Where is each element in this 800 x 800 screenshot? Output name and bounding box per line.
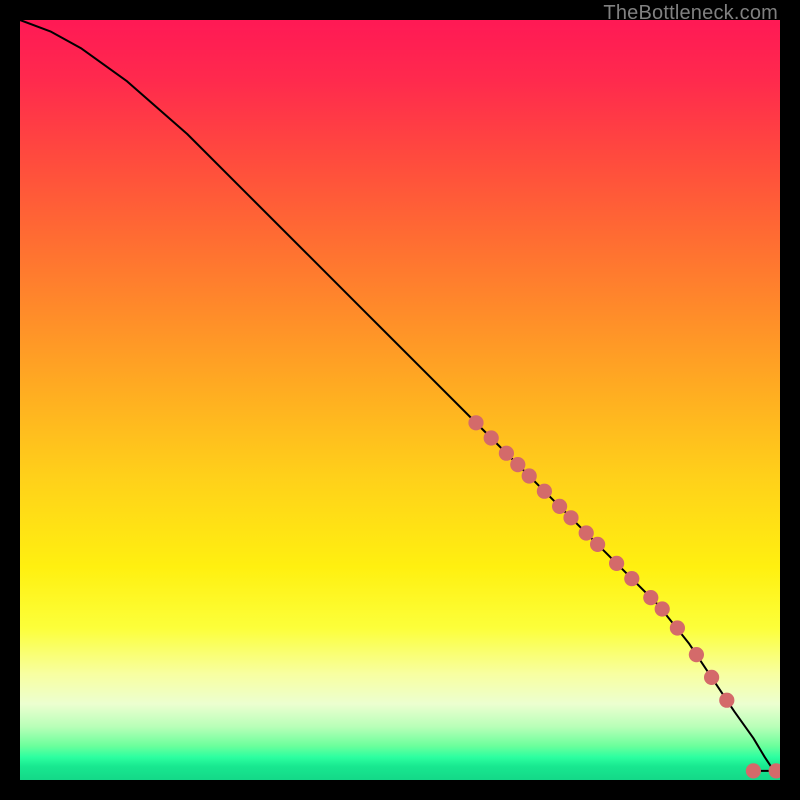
data-point: [579, 525, 594, 540]
data-point: [643, 590, 658, 605]
marker-group: [468, 415, 780, 778]
data-point: [590, 537, 605, 552]
data-point: [484, 430, 499, 445]
data-point: [655, 601, 670, 616]
watermark-text: TheBottleneck.com: [603, 2, 778, 25]
data-point: [609, 556, 624, 571]
data-point: [537, 484, 552, 499]
data-point: [468, 415, 483, 430]
data-point: [689, 647, 704, 662]
data-point: [552, 499, 567, 514]
chart-frame: TheBottleneck.com: [0, 0, 800, 800]
data-point: [563, 510, 578, 525]
data-point: [670, 620, 685, 635]
data-point: [704, 670, 719, 685]
data-point: [499, 446, 514, 461]
main-curve: [20, 20, 780, 775]
data-point: [510, 457, 525, 472]
plot-area: [20, 20, 780, 780]
curve-layer: [20, 20, 780, 780]
data-point: [719, 693, 734, 708]
data-point: [624, 571, 639, 586]
data-point: [522, 468, 537, 483]
data-point: [746, 763, 761, 778]
